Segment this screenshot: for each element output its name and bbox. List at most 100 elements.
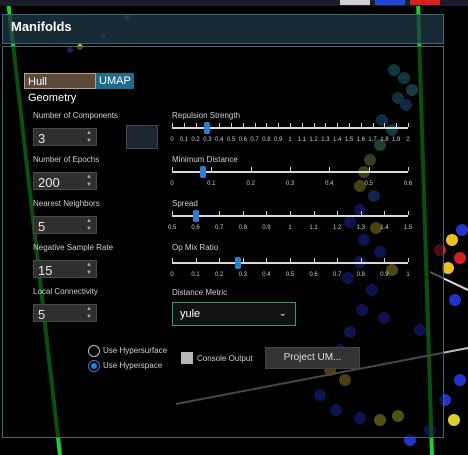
slider-tick bbox=[183, 123, 185, 127]
slider-tick-label: 1.2 bbox=[333, 225, 342, 231]
chevron-up-icon[interactable]: ▲ bbox=[84, 306, 94, 313]
slider-tick-label: 0.5 bbox=[364, 181, 373, 187]
chevron-up-icon[interactable]: ▲ bbox=[84, 262, 94, 269]
console-output-checkbox[interactable] bbox=[181, 352, 193, 364]
negative-sample-label: Negative Sample Rate bbox=[33, 243, 114, 252]
slider-tick-label: 0.6 bbox=[191, 225, 200, 231]
hypersurface-label: Use Hypersurface bbox=[103, 346, 168, 355]
slider-tick-label: 0.6 bbox=[403, 181, 413, 187]
distance-metric-select[interactable]: yule ⌄ bbox=[172, 302, 296, 326]
chevron-up-icon[interactable]: ▲ bbox=[84, 174, 94, 181]
slider-tick bbox=[408, 123, 409, 127]
slider-tick-label: 0 bbox=[170, 272, 174, 278]
epochs-stepper[interactable]: 200 ▲ ▼ bbox=[33, 172, 97, 190]
slider-tick-label: 0.6 bbox=[309, 272, 318, 278]
slider-tick bbox=[266, 123, 268, 127]
slider-tick bbox=[384, 211, 386, 215]
slider-tick-label: 1.4 bbox=[333, 137, 342, 143]
slider-tick bbox=[195, 123, 197, 127]
slider-tick bbox=[337, 211, 339, 215]
chevron-up-icon[interactable]: ▲ bbox=[84, 218, 94, 225]
slider-tick bbox=[254, 123, 256, 127]
slider-tick-label: 0.2 bbox=[215, 272, 224, 278]
slider-tick-label: 1.7 bbox=[368, 137, 377, 143]
op-mix-slider[interactable]: 0 0.1 0.2 0.3 0.4 0.5 0.6 0.7 0.8 0.9 1 bbox=[170, 257, 410, 278]
slider-tick-label: 0.1 bbox=[179, 137, 188, 143]
op-mix-label: Op Mix Ratio bbox=[172, 243, 219, 252]
slider-track[interactable] bbox=[172, 262, 408, 264]
slider-tick-label: 0.6 bbox=[238, 137, 247, 143]
slider-tick-label: 0 bbox=[170, 137, 174, 143]
slider-tick-label: 0.4 bbox=[325, 181, 334, 187]
window-header[interactable]: Manifolds bbox=[2, 14, 444, 44]
scatter-point bbox=[446, 234, 458, 246]
slider-tick-label: 0.4 bbox=[215, 137, 224, 143]
tab-hull-geometry[interactable]: Hull Geometry bbox=[24, 73, 96, 104]
slider-tick-label: 1.8 bbox=[380, 137, 389, 143]
slider-tick bbox=[219, 258, 221, 262]
slider-tick-label: 0.1 bbox=[207, 181, 216, 187]
slider-tick-label: 1.4 bbox=[380, 225, 389, 231]
slider-knob[interactable] bbox=[192, 210, 199, 222]
negative-sample-stepper[interactable]: 15 ▲ ▼ bbox=[33, 260, 97, 278]
local-connectivity-value: 5 bbox=[38, 307, 46, 322]
chevron-down-icon[interactable]: ▼ bbox=[84, 270, 94, 277]
slider-knob[interactable] bbox=[204, 122, 211, 134]
chevron-down-icon[interactable]: ▼ bbox=[84, 182, 94, 189]
spread-label: Spread bbox=[172, 199, 198, 208]
tab-umap[interactable]: UMAP bbox=[96, 73, 134, 89]
slider-tick-label: 0.2 bbox=[246, 181, 255, 187]
slider-tick-label: 0.9 bbox=[380, 272, 389, 278]
neighbors-stepper[interactable]: 5 ▲ ▼ bbox=[33, 216, 97, 234]
components-stepper[interactable]: 3 ▲ ▼ bbox=[33, 128, 97, 146]
slider-tick-label: 0.1 bbox=[191, 272, 200, 278]
min-distance-slider[interactable]: 0 0.1 0.2 0.3 0.4 0.5 0.6 bbox=[170, 166, 412, 187]
local-connectivity-label: Local Connectivity bbox=[33, 287, 98, 296]
distance-metric-label: Distance Metric bbox=[172, 288, 228, 297]
slider-tick bbox=[408, 211, 409, 215]
slider-tick bbox=[266, 258, 268, 262]
slider-tick-label: 1 bbox=[288, 137, 292, 143]
slider-tick bbox=[290, 258, 291, 262]
min-distance-label: Minimum Distance bbox=[172, 155, 238, 164]
slider-track[interactable] bbox=[172, 215, 408, 217]
slider-tick bbox=[290, 123, 291, 127]
slider-tick bbox=[301, 123, 303, 127]
chevron-down-icon[interactable]: ▼ bbox=[84, 314, 94, 321]
slider-tick-label: 1.5 bbox=[403, 225, 413, 231]
minimap-icon[interactable] bbox=[126, 125, 158, 149]
slider-tick bbox=[408, 167, 409, 171]
slider-tick bbox=[242, 123, 244, 127]
chevron-down-icon[interactable]: ▼ bbox=[84, 138, 94, 145]
scatter-point bbox=[456, 224, 468, 236]
slider-tick bbox=[290, 167, 291, 171]
top-status-bar bbox=[0, 0, 468, 6]
chevron-down-icon[interactable]: ▼ bbox=[84, 226, 94, 233]
neighbors-label: Nearest Neighbors bbox=[33, 199, 100, 208]
slider-tick bbox=[313, 211, 315, 215]
slider-tick-label: 1.5 bbox=[344, 137, 354, 143]
project-umap-button[interactable]: Project UM... bbox=[265, 347, 360, 369]
hyperspace-radio[interactable] bbox=[88, 360, 100, 372]
slider-tick bbox=[250, 167, 252, 171]
neighbors-value: 5 bbox=[38, 219, 46, 234]
slider-tick bbox=[329, 167, 331, 171]
slider-tick-label: 1 bbox=[288, 225, 292, 231]
slider-tick bbox=[219, 211, 221, 215]
slider-tick bbox=[372, 123, 374, 127]
chevron-up-icon[interactable]: ▲ bbox=[84, 130, 94, 137]
repulsion-label: Repulsion Strength bbox=[172, 111, 241, 120]
slider-tick-label: 0 bbox=[170, 181, 174, 187]
slider-track[interactable] bbox=[172, 171, 408, 173]
local-connectivity-stepper[interactable]: 5 ▲ ▼ bbox=[33, 304, 97, 322]
hypersurface-radio[interactable] bbox=[88, 345, 100, 357]
components-value: 3 bbox=[38, 131, 46, 146]
slider-knob[interactable] bbox=[235, 257, 242, 269]
slider-tick bbox=[349, 123, 350, 127]
scatter-point bbox=[448, 414, 460, 426]
repulsion-slider[interactable]: 0 0.1 0.2 0.3 0.4 0.5 0.6 0.7 0.8 0.9 1 1.1 1.2 1.3 1.… bbox=[170, 122, 410, 143]
slider-knob[interactable] bbox=[200, 166, 207, 178]
spread-slider[interactable]: 0.5 0.6 0.7 0.8 0.9 1 1.1 1.2 1.3 1.4 1.5 bbox=[168, 210, 412, 231]
slider-tick bbox=[337, 123, 339, 127]
status-segment-white bbox=[340, 0, 370, 5]
